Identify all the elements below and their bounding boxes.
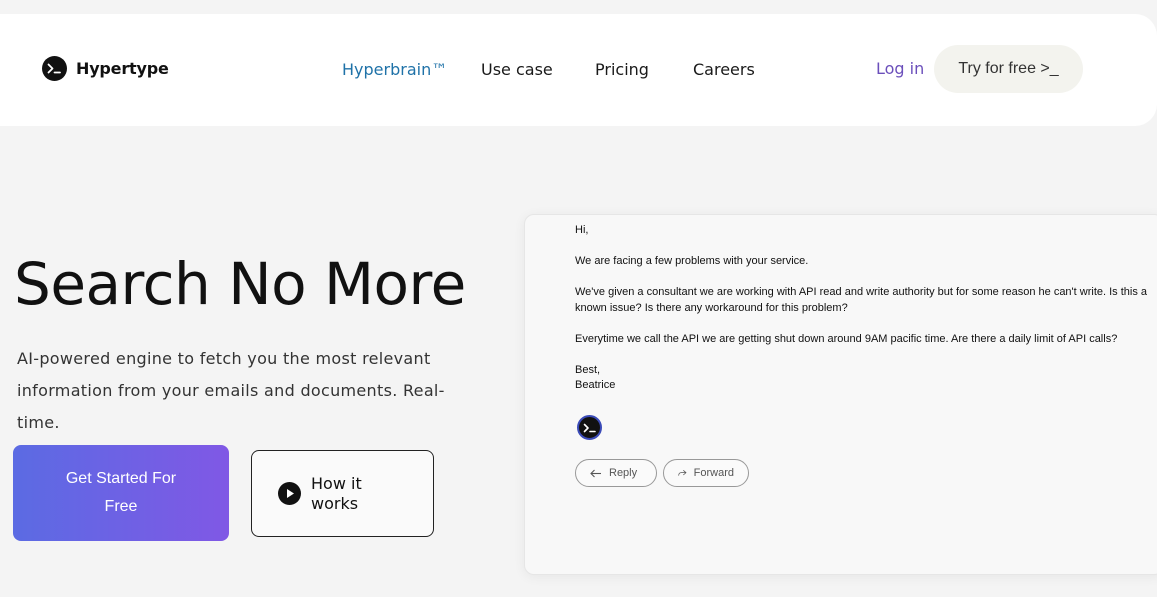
email-greeting: Hi, [575, 224, 589, 236]
nav-link-use-case[interactable]: Use case [481, 60, 553, 79]
reply-icon [590, 469, 601, 477]
play-icon [278, 482, 301, 505]
brand-name: Hypertype [76, 59, 169, 78]
get-started-button[interactable]: Get Started For Free [13, 445, 229, 541]
email-paragraph: We've given a consultant we are working … [575, 286, 1148, 314]
email-preview-card: Hi, We are facing a few problems with yo… [524, 214, 1157, 575]
email-signoff: Best, [575, 363, 601, 376]
terminal-prompt-icon [42, 56, 67, 81]
email-paragraph: Everytime we call the API we are getting… [575, 332, 1118, 345]
how-it-works-label: How it works [311, 473, 362, 513]
hypertype-assistant-icon[interactable] [577, 415, 602, 440]
hero-subtitle: AI-powered engine to fetch you the most … [17, 349, 445, 432]
nav-link-pricing[interactable]: Pricing [595, 60, 649, 79]
reply-button[interactable]: Reply [575, 459, 657, 487]
email-signature: Beatrice [575, 379, 616, 391]
email-actions: Reply Forward [575, 459, 749, 487]
email-paragraph: We are facing a few problems with your s… [575, 255, 809, 267]
reply-label: Reply [609, 467, 638, 479]
email-body: Hi, We are facing a few problems with yo… [575, 223, 1155, 394]
how-it-works-button[interactable]: How it works [251, 450, 434, 537]
hero-title: Search No More [14, 250, 466, 318]
login-link[interactable]: Log in [876, 59, 924, 78]
brand-logo[interactable]: Hypertype [42, 56, 169, 81]
forward-icon [678, 470, 687, 476]
forward-label: Forward [693, 467, 734, 479]
nav-link-hyperbrain[interactable]: Hyperbrain™ [342, 60, 447, 79]
forward-button[interactable]: Forward [663, 459, 749, 487]
try-for-free-button[interactable]: Try for free >_ [934, 45, 1083, 93]
nav-link-careers[interactable]: Careers [693, 60, 755, 79]
